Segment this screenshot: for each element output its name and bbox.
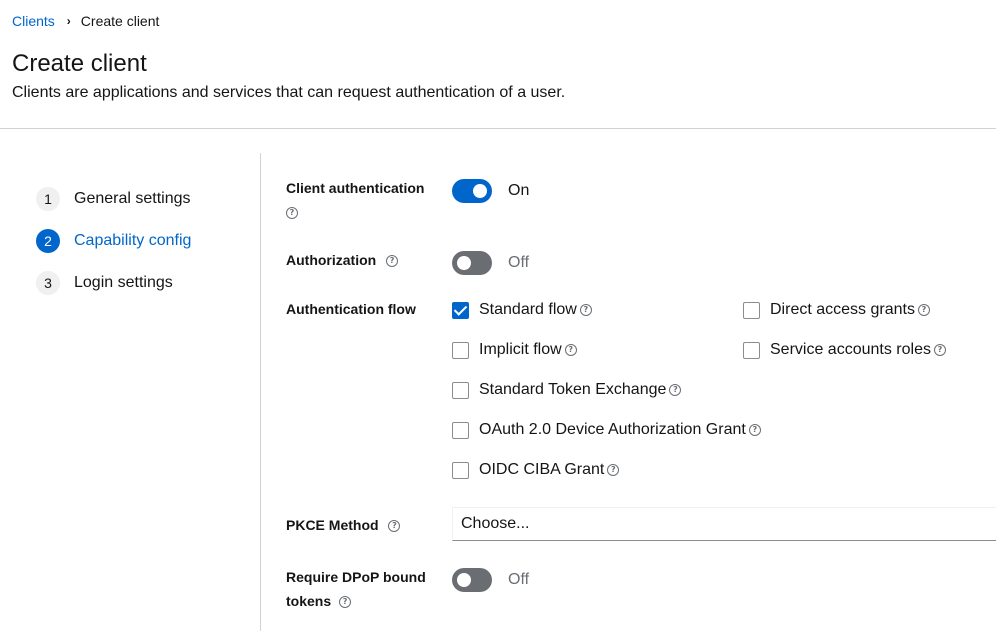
- help-icon[interactable]: ?: [607, 464, 620, 476]
- dpop-switch[interactable]: Off: [452, 568, 529, 592]
- authorization-state: Off: [508, 254, 530, 271]
- help-icon[interactable]: ?: [339, 596, 352, 609]
- authorization-label-text: Authorization: [286, 252, 377, 268]
- checkbox-standard-flow[interactable]: Standard flow ?: [452, 301, 592, 319]
- step-number: 3: [36, 271, 60, 295]
- checkbox-box[interactable]: [452, 301, 469, 319]
- checkbox-label: OIDC CIBA Grant: [479, 461, 605, 478]
- client-authentication-label-text: Client authentication: [286, 180, 425, 196]
- help-icon[interactable]: ?: [669, 384, 682, 396]
- pkce-method-value: Choose...: [461, 515, 530, 532]
- pkce-method-label: PKCE Method ?: [286, 513, 401, 537]
- checkbox-box[interactable]: [743, 341, 760, 359]
- dpop-label: Require DPoP bound tokens ?: [286, 565, 426, 613]
- checkbox-oauth-device-authorization-grant[interactable]: OAuth 2.0 Device Authorization Grant ?: [452, 421, 761, 439]
- client-authentication-state: On: [508, 182, 530, 199]
- breadcrumb: Clients › Create client: [12, 13, 159, 29]
- page-title: Create client: [12, 50, 147, 77]
- step-number: 1: [36, 187, 60, 211]
- switch-track: [452, 568, 492, 592]
- wizard-nav: 1 General settings 2 Capability config 3…: [36, 178, 191, 304]
- step-label: Capability config: [74, 232, 192, 249]
- checkbox-box[interactable]: [743, 301, 760, 319]
- checkbox-label: Implicit flow: [479, 341, 562, 358]
- checkbox-label: Standard Token Exchange: [479, 381, 667, 398]
- authorization-switch[interactable]: Off: [452, 251, 529, 275]
- help-icon[interactable]: ?: [286, 207, 298, 220]
- authorization-label: Authorization ?: [286, 248, 399, 272]
- checkbox-implicit-flow[interactable]: Implicit flow ?: [452, 341, 577, 359]
- checkbox-box[interactable]: [452, 381, 469, 399]
- help-icon[interactable]: ?: [386, 255, 399, 268]
- checkbox-direct-access-grants[interactable]: Direct access grants ?: [743, 301, 930, 319]
- wizard-step-general-settings[interactable]: 1 General settings: [36, 178, 191, 220]
- help-icon[interactable]: ?: [388, 520, 401, 533]
- client-authentication-label: Client authentication ?: [286, 176, 424, 224]
- page-description: Clients are applications and services th…: [12, 84, 566, 101]
- authentication-flow-label: Authentication flow: [286, 301, 416, 317]
- checkbox-service-accounts-roles[interactable]: Service accounts roles ?: [743, 341, 946, 359]
- step-label: General settings: [74, 190, 191, 207]
- step-number: 2: [36, 229, 60, 253]
- header-divider: [0, 128, 996, 129]
- breadcrumb-current: Create client: [80, 13, 160, 29]
- wizard-step-capability-config[interactable]: 2 Capability config: [36, 220, 191, 262]
- step-label: Login settings: [74, 274, 173, 291]
- chevron-right-icon: ›: [66, 14, 71, 28]
- checkbox-box[interactable]: [452, 461, 469, 479]
- checkbox-label: Service accounts roles: [770, 341, 931, 358]
- switch-track: [452, 179, 492, 203]
- help-icon[interactable]: ?: [917, 304, 930, 316]
- client-authentication-switch[interactable]: On: [452, 179, 529, 203]
- checkbox-label: Direct access grants: [770, 301, 915, 318]
- pkce-method-select[interactable]: Choose...: [452, 507, 996, 541]
- checkbox-oidc-ciba-grant[interactable]: OIDC CIBA Grant ?: [452, 461, 620, 479]
- checkbox-standard-token-exchange[interactable]: Standard Token Exchange ?: [452, 381, 682, 399]
- checkbox-box[interactable]: [452, 341, 469, 359]
- breadcrumb-clients-link[interactable]: Clients: [12, 13, 55, 29]
- pkce-method-label-text: PKCE Method: [286, 517, 379, 533]
- dpop-state: Off: [508, 571, 530, 588]
- help-icon[interactable]: ?: [564, 344, 577, 356]
- wizard-nav-divider: [260, 153, 261, 631]
- dpop-label-line2: tokens: [286, 593, 332, 609]
- wizard-step-login-settings[interactable]: 3 Login settings: [36, 262, 191, 304]
- dpop-label-line1: Require DPoP bound: [286, 569, 426, 585]
- help-icon[interactable]: ?: [933, 344, 946, 356]
- switch-knob: [473, 184, 487, 198]
- help-icon[interactable]: ?: [579, 304, 592, 316]
- checkbox-label: OAuth 2.0 Device Authorization Grant: [479, 421, 746, 438]
- help-icon[interactable]: ?: [748, 424, 761, 436]
- switch-track: [452, 251, 492, 275]
- switch-knob: [457, 573, 471, 587]
- checkbox-box[interactable]: [452, 421, 469, 439]
- checkbox-label: Standard flow: [479, 301, 577, 318]
- switch-knob: [457, 256, 471, 270]
